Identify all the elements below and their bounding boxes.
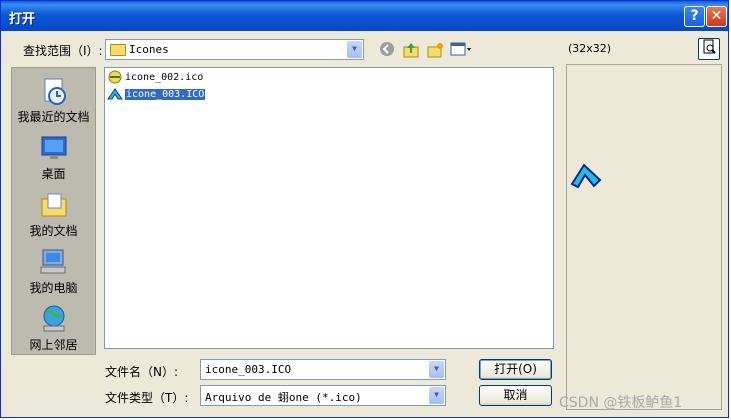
chevron-down-icon[interactable]: ▼ <box>347 41 362 58</box>
look-in-value: Icones <box>110 43 169 56</box>
open-file-dialog: 打开 ? ✕ 查找范围（I）: Icones ▼ (32x32) 我最近的文档 … <box>0 0 729 418</box>
file-type-value: Arquivo de 蛡one (*.ico) <box>205 391 362 404</box>
place-network[interactable]: 网上邻居 <box>12 304 95 353</box>
place-my-computer[interactable]: 我的电脑 <box>12 247 95 296</box>
desktop-icon <box>38 133 70 163</box>
title-bar[interactable]: 打开 ? ✕ <box>1 1 728 31</box>
network-places-icon <box>38 304 70 334</box>
file-name-label: 文件名（N）: <box>105 365 179 379</box>
look-in-label: 查找范围（I）: <box>23 44 103 58</box>
chevron-down-icon[interactable]: ▼ <box>429 387 444 404</box>
file-list[interactable]: icone_002.ico icone_003.ICO <box>104 67 554 349</box>
place-label: 桌面 <box>41 167 66 181</box>
place-desktop[interactable]: 桌面 <box>12 133 95 182</box>
list-item-selected[interactable]: icone_003.ICO <box>107 87 206 103</box>
preview-image-icon <box>570 162 604 193</box>
cancel-button[interactable]: 取消 <box>479 385 552 406</box>
help-button[interactable]: ? <box>684 6 705 27</box>
places-bar: 我最近的文档 桌面 我的文档 我的电脑 网上邻居 <box>11 67 96 355</box>
new-folder-icon[interactable] <box>425 41 445 59</box>
icon-preview-pane <box>566 64 722 410</box>
preview-toggle-icon[interactable] <box>698 38 720 60</box>
close-button[interactable]: ✕ <box>706 6 727 27</box>
my-documents-icon <box>38 190 70 220</box>
up-folder-icon[interactable] <box>401 41 421 59</box>
ico-file-icon <box>107 87 123 101</box>
back-icon[interactable] <box>377 41 397 59</box>
look-in-text: Icones <box>129 43 169 56</box>
file-name: icone_002.ico <box>125 72 204 83</box>
file-name: icone_003.ICO <box>125 89 206 100</box>
place-my-documents[interactable]: 我的文档 <box>12 190 95 239</box>
watermark-text: CSDN @铁板鲈鱼1 <box>559 395 683 411</box>
open-button[interactable]: 打开(O) <box>479 359 552 380</box>
file-name-value[interactable]: icone_003.ICO <box>205 363 291 376</box>
folder-icon <box>110 44 126 56</box>
file-type-dropdown[interactable]: Arquivo de 蛡one (*.ico) ▼ <box>200 385 446 406</box>
recent-documents-icon <box>38 76 70 106</box>
look-in-dropdown[interactable]: Icones ▼ <box>105 39 364 60</box>
place-label: 网上邻居 <box>29 338 78 352</box>
list-item[interactable]: icone_002.ico <box>107 70 203 86</box>
place-label: 我最近的文档 <box>17 110 90 124</box>
view-menu-icon[interactable] <box>449 41 473 59</box>
ico-file-icon <box>107 70 123 84</box>
file-type-label: 文件类型（T）: <box>105 391 189 405</box>
my-computer-icon <box>38 247 70 277</box>
place-label: 我的文档 <box>29 224 78 238</box>
file-name-input[interactable]: icone_003.ICO ▼ <box>200 359 446 380</box>
preview-size-label: (32x32) <box>568 42 612 55</box>
window-title: 打开 <box>9 12 36 27</box>
chevron-down-icon[interactable]: ▼ <box>429 361 444 378</box>
place-label: 我的电脑 <box>29 281 78 295</box>
place-recent-documents[interactable]: 我最近的文档 <box>12 76 95 125</box>
